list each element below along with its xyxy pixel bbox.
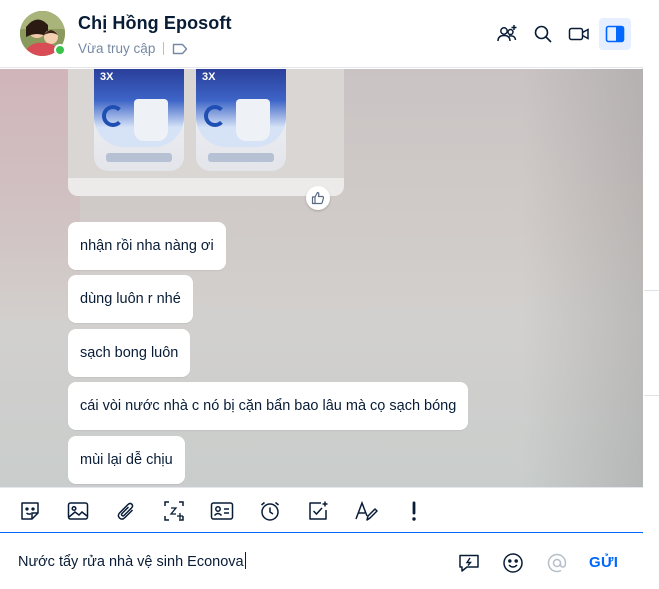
divider <box>644 290 659 291</box>
online-status-dot <box>54 44 66 56</box>
attachment-icon[interactable] <box>112 497 140 525</box>
video-call-icon[interactable] <box>563 18 595 50</box>
chat-window: Chị Hồng Eposoft Vừa truy cập 3X 3X nhận… <box>0 0 643 589</box>
sticker-icon[interactable] <box>16 497 44 525</box>
message-list[interactable]: 3X 3X nhận rồi nha nàng ơi dùng luôn r n… <box>0 69 643 487</box>
sidebar-toggle-icon[interactable] <box>599 18 631 50</box>
reminder-icon[interactable] <box>256 497 284 525</box>
mention-icon[interactable] <box>545 551 569 575</box>
divider <box>644 395 659 396</box>
image-icon[interactable] <box>64 497 92 525</box>
message-bubble[interactable]: dùng luôn r nhé <box>68 275 193 323</box>
header-actions <box>491 18 631 50</box>
contact-status-row: Vừa truy cập <box>78 41 188 56</box>
add-member-icon[interactable] <box>491 18 523 50</box>
task-icon[interactable] <box>304 497 332 525</box>
message-bubble[interactable]: cái vòi nước nhà c nó bị cặn bẩn bao lâu… <box>68 382 469 430</box>
message-input-text: Nước tẩy rửa nhà vệ sinh Econova <box>18 554 244 570</box>
tag-icon[interactable] <box>172 43 188 55</box>
screenshot-icon[interactable] <box>160 497 188 525</box>
text-caret <box>244 552 246 569</box>
contact-card-icon[interactable] <box>208 497 236 525</box>
contact-name[interactable]: Chị Hồng Eposoft <box>78 13 232 34</box>
search-icon[interactable] <box>527 18 559 50</box>
send-button[interactable]: GỬI <box>589 554 618 571</box>
important-icon[interactable] <box>400 497 428 525</box>
message-bubble[interactable]: sạch bong luôn <box>68 329 191 377</box>
composer-toolbar <box>0 487 643 533</box>
right-panel-edge <box>644 0 659 589</box>
product-photo-bottle: 3X <box>196 69 286 171</box>
product-photo-bottle: 3X <box>94 69 184 171</box>
image-message[interactable]: 3X 3X <box>68 69 344 196</box>
quick-message-icon[interactable] <box>457 551 481 575</box>
composer: Nước tẩy rửa nhà vệ sinh Econova GỬI <box>0 534 643 589</box>
contact-status: Vừa truy cập <box>78 41 156 56</box>
emoji-icon[interactable] <box>501 551 525 575</box>
message-input[interactable]: Nước tẩy rửa nhà vệ sinh Econova <box>18 552 438 574</box>
message-bubble[interactable]: mùi lại dễ chịu <box>68 436 185 484</box>
text-format-icon[interactable] <box>352 497 380 525</box>
chat-header: Chị Hồng Eposoft Vừa truy cập <box>0 0 643 68</box>
message-bubble[interactable]: nhận rồi nha nàng ơi <box>68 222 226 270</box>
like-reaction-icon[interactable] <box>306 186 330 210</box>
divider <box>163 42 165 55</box>
